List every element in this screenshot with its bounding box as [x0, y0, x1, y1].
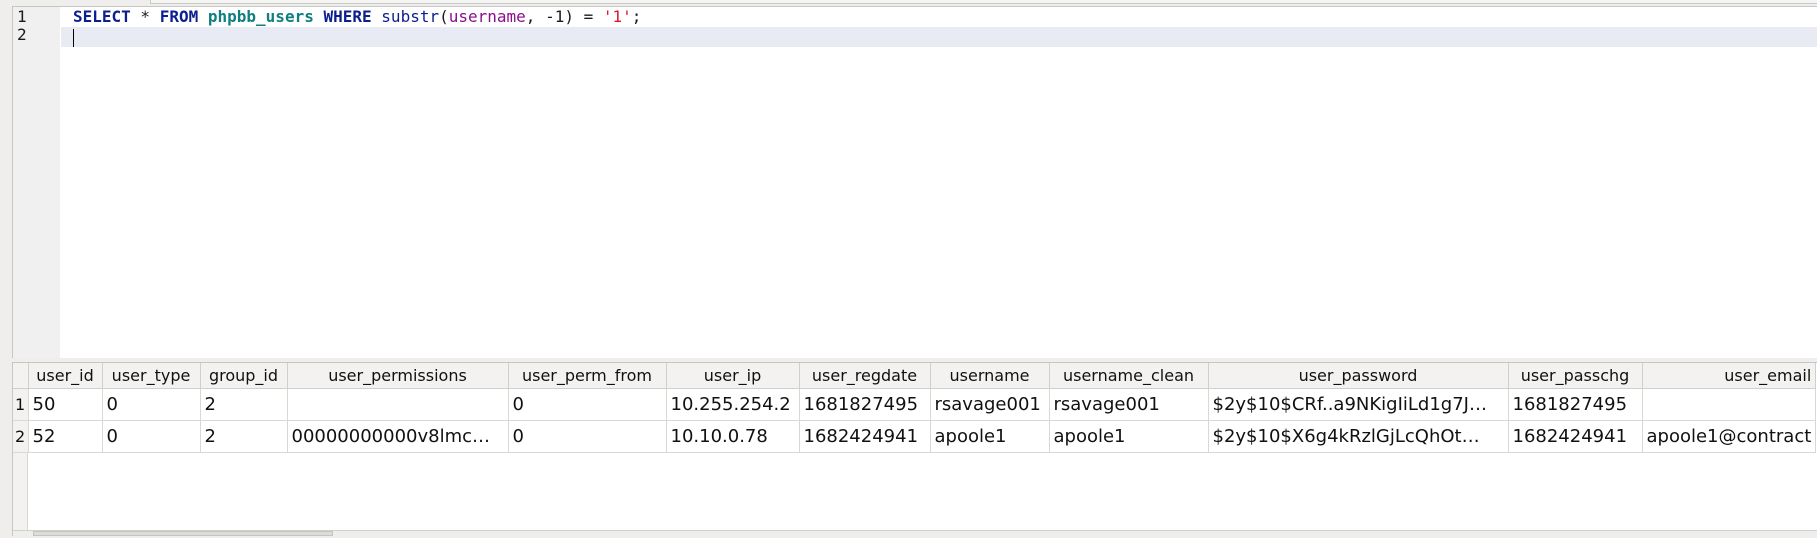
column-header-user-ip[interactable]: user_ip — [666, 363, 800, 389]
column-header-user-password[interactable]: user_password — [1208, 363, 1509, 389]
column-header-user-email[interactable]: user_email — [1642, 363, 1817, 389]
code-line-2[interactable] — [61, 27, 1817, 47]
keyword-from: FROM — [159, 7, 199, 26]
column-header-user-passchg[interactable]: user_passchg — [1508, 363, 1643, 389]
statement-terminator: ; — [631, 7, 642, 26]
cell-user-email[interactable] — [1642, 388, 1817, 421]
function-name: substr — [381, 7, 440, 26]
cell-username-clean[interactable]: apoole1 — [1049, 420, 1209, 453]
result-grid[interactable]: user_id user_type group_id user_permissi… — [12, 362, 1817, 536]
cell-group-id[interactable]: 2 — [200, 420, 288, 453]
keyword-select: SELECT — [73, 7, 131, 26]
cell-user-regdate[interactable]: 1681827495 — [799, 388, 931, 421]
row-number[interactable]: 1 — [13, 388, 29, 421]
line-number-gutter: 1 2 — [13, 7, 60, 358]
table-name: phpbb_users — [207, 7, 314, 26]
result-table: user_id user_type group_id user_permissi… — [13, 363, 1817, 453]
cell-user-permissions[interactable] — [287, 388, 509, 421]
row-number[interactable]: 2 — [13, 420, 29, 453]
table-row[interactable]: 2 52 0 2 00000000000v8lmc… 0 10.10.0.78 … — [13, 420, 1817, 453]
line-number-2: 2 — [17, 25, 27, 44]
column-header-username-clean[interactable]: username_clean — [1049, 363, 1209, 389]
cell-user-id[interactable]: 52 — [28, 420, 103, 453]
cell-user-perm-from[interactable]: 0 — [508, 420, 667, 453]
function-args: , -1) = — [525, 7, 603, 26]
cell-user-password[interactable]: $2y$10$CRf..a9NKigIiLd1g7J… — [1208, 388, 1509, 421]
row-number-header — [13, 363, 29, 389]
row-gutter-fill — [13, 453, 28, 536]
column-header-user-type[interactable]: user_type — [102, 363, 201, 389]
string-literal: '1' — [602, 7, 632, 26]
cell-user-email[interactable]: apoole1@contract — [1642, 420, 1817, 453]
cell-user-ip[interactable]: 10.10.0.78 — [666, 420, 800, 453]
keyword-where: WHERE — [323, 7, 372, 26]
line-number-1: 1 — [17, 7, 27, 26]
text-caret — [73, 28, 74, 47]
cell-user-permissions[interactable]: 00000000000v8lmc… — [287, 420, 509, 453]
table-row[interactable]: 1 50 0 2 0 10.255.254.2 1681827495 rsava… — [13, 388, 1817, 421]
horizontal-scrollbar[interactable] — [13, 530, 1817, 536]
open-paren: ( — [439, 7, 449, 26]
cell-user-ip[interactable]: 10.255.254.2 — [666, 388, 800, 421]
scrollbar-thumb[interactable] — [33, 531, 333, 536]
header-row: user_id user_type group_id user_permissi… — [13, 363, 1817, 389]
cell-user-type[interactable]: 0 — [102, 388, 201, 421]
cell-username[interactable]: rsavage001 — [930, 388, 1050, 421]
editor-tab[interactable] — [150, 0, 1817, 4]
column-header-username[interactable]: username — [930, 363, 1050, 389]
column-header-user-regdate[interactable]: user_regdate — [799, 363, 931, 389]
cell-group-id[interactable]: 2 — [200, 388, 288, 421]
cell-username-clean[interactable]: rsavage001 — [1049, 388, 1209, 421]
column-header-user-id[interactable]: user_id — [28, 363, 103, 389]
cell-user-regdate[interactable]: 1682424941 — [799, 420, 931, 453]
column-header-group-id[interactable]: group_id — [200, 363, 288, 389]
column-header-user-perm-from[interactable]: user_perm_from — [508, 363, 667, 389]
cell-user-type[interactable]: 0 — [102, 420, 201, 453]
column-header-user-permissions[interactable]: user_permissions — [287, 363, 509, 389]
sql-editor[interactable]: 1 2 SELECT * FROM phpbb_users WHERE subs… — [12, 6, 1817, 358]
cell-username[interactable]: apoole1 — [930, 420, 1050, 453]
cell-user-password[interactable]: $2y$10$X6g4kRzlGjLcQhOt… — [1208, 420, 1509, 453]
select-star: * — [130, 7, 160, 26]
cell-user-passchg[interactable]: 1681827495 — [1508, 388, 1643, 421]
sql-workbench: 1 2 SELECT * FROM phpbb_users WHERE subs… — [0, 0, 1817, 538]
column-name: username — [448, 7, 526, 26]
cell-user-perm-from[interactable]: 0 — [508, 388, 667, 421]
code-line-1[interactable]: SELECT * FROM phpbb_users WHERE substr(u… — [61, 7, 1817, 27]
cell-user-passchg[interactable]: 1682424941 — [1508, 420, 1643, 453]
cell-user-id[interactable]: 50 — [28, 388, 103, 421]
